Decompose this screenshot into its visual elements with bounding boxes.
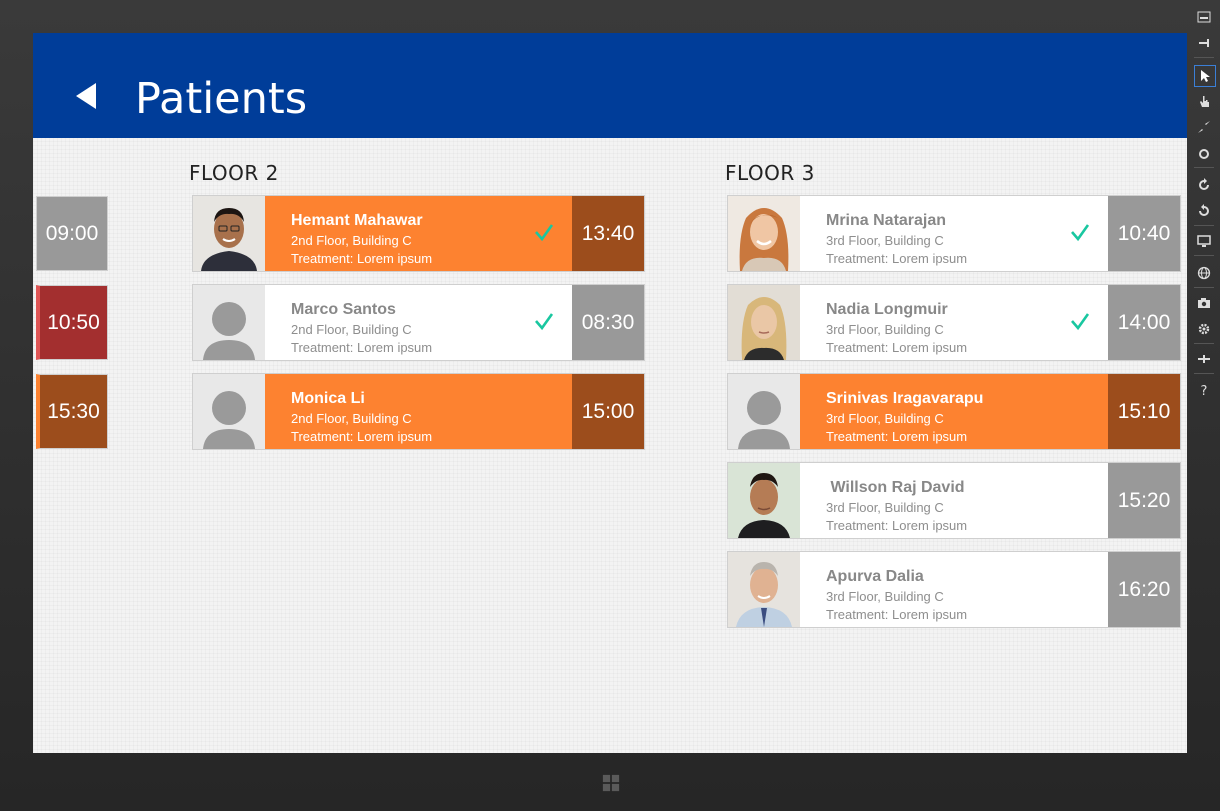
patient-location: 2nd Floor, Building C: [291, 233, 412, 248]
checkmark-icon: [1071, 224, 1090, 242]
patient-photo: [193, 196, 265, 271]
patient-card[interactable]: Hemant Mahawar 2nd Floor, Building C Tre…: [192, 195, 645, 272]
appointment-time: 08:30: [572, 285, 644, 360]
patient-treatment: Treatment: Lorem ipsum: [826, 429, 968, 444]
patient-treatment: Treatment: Lorem ipsum: [291, 340, 433, 355]
rotate-counterclockwise-icon[interactable]: [1194, 201, 1214, 221]
time-slot[interactable]: 15:30: [36, 374, 108, 449]
patient-location: 3rd Floor, Building C: [826, 322, 944, 337]
help-icon[interactable]: ?: [1194, 381, 1214, 401]
simulator-toolbar: ?: [1190, 5, 1218, 405]
pin-icon[interactable]: [1194, 33, 1214, 53]
appointment-time: 14:00: [1108, 285, 1180, 360]
change-resolution-icon[interactable]: [1194, 231, 1214, 251]
patient-card[interactable]: Srinivas Iragavarapu 3rd Floor, Building…: [727, 373, 1181, 450]
patient-photo: [728, 463, 800, 538]
patient-location: 3rd Floor, Building C: [826, 589, 944, 604]
patient-card[interactable]: Monica Li 2nd Floor, Building C Treatmen…: [192, 373, 645, 450]
patient-info: Mrina Natarajan 3rd Floor, Building C Tr…: [800, 196, 1108, 271]
patient-card[interactable]: Mrina Natarajan 3rd Floor, Building C Tr…: [727, 195, 1181, 272]
minimize-icon[interactable]: [1194, 7, 1214, 27]
header-bar: Patients: [33, 33, 1187, 138]
app-screen: Patients FLOOR 2 FLOOR 3 09:00 10:50 15:…: [33, 33, 1187, 753]
patient-card[interactable]: Marco Santos 2nd Floor, Building C Treat…: [192, 284, 645, 361]
patient-treatment: Treatment: Lorem ipsum: [826, 251, 968, 266]
patient-treatment: Treatment: Lorem ipsum: [826, 518, 968, 533]
pointer-mode-icon[interactable]: [1194, 65, 1216, 87]
avatar-placeholder-icon: [193, 374, 265, 449]
touch-mode-icon[interactable]: [1194, 91, 1214, 111]
appointment-time: 16:20: [1108, 552, 1180, 627]
patient-name: Monica Li: [291, 390, 365, 407]
patient-name: Mrina Natarajan: [826, 212, 947, 229]
rotate-clockwise-icon[interactable]: [1194, 175, 1214, 195]
floor-3-heading: FLOOR 3: [725, 161, 815, 185]
patient-name: Srinivas Iragavarapu: [826, 390, 984, 407]
patient-photo: [728, 196, 800, 271]
patient-name: Willson Raj David: [826, 479, 965, 496]
rotation-touch-icon[interactable]: [1194, 143, 1214, 163]
avatar-placeholder-icon: [728, 374, 800, 449]
back-button[interactable]: [73, 81, 99, 111]
location-globe-icon[interactable]: [1194, 263, 1214, 283]
patient-treatment: Treatment: Lorem ipsum: [291, 429, 433, 444]
avatar-placeholder-icon: [193, 285, 265, 360]
network-icon[interactable]: [1194, 349, 1214, 369]
checkmark-icon: [535, 224, 554, 242]
screenshot-camera-icon[interactable]: [1194, 293, 1214, 313]
time-slot[interactable]: 09:00: [36, 196, 108, 271]
patient-info: Nadia Longmuir 3rd Floor, Building C Tre…: [800, 285, 1108, 360]
patient-card[interactable]: Apurva Dalia 3rd Floor, Building C Treat…: [727, 551, 1181, 628]
patient-treatment: Treatment: Lorem ipsum: [291, 251, 433, 266]
patient-location: 3rd Floor, Building C: [826, 411, 944, 426]
pinch-zoom-icon[interactable]: [1194, 117, 1214, 137]
patient-info: Apurva Dalia 3rd Floor, Building C Treat…: [800, 552, 1108, 627]
patient-photo: [728, 285, 800, 360]
patient-card[interactable]: Willson Raj David 3rd Floor, Building C …: [727, 462, 1181, 539]
patient-location: 2nd Floor, Building C: [291, 322, 412, 337]
patient-location: 3rd Floor, Building C: [826, 233, 944, 248]
patient-info: Willson Raj David 3rd Floor, Building C …: [800, 463, 1108, 538]
patient-photo: [728, 552, 800, 627]
patient-name: Apurva Dalia: [826, 568, 924, 585]
patient-treatment: Treatment: Lorem ipsum: [826, 340, 968, 355]
appointment-time: 10:40: [1108, 196, 1180, 271]
patient-location: 2nd Floor, Building C: [291, 411, 412, 426]
settings-gear-icon[interactable]: [1194, 319, 1214, 339]
time-slot[interactable]: 10:50: [36, 285, 108, 360]
appointment-time: 15:00: [572, 374, 644, 449]
patient-name: Marco Santos: [291, 301, 396, 318]
patient-info: Srinivas Iragavarapu 3rd Floor, Building…: [800, 374, 1108, 449]
appointment-time: 15:10: [1108, 374, 1180, 449]
patient-treatment: Treatment: Lorem ipsum: [826, 607, 968, 622]
page-title: Patients: [135, 74, 308, 124]
back-arrow-icon: [76, 83, 96, 109]
patient-location: 3rd Floor, Building C: [826, 500, 944, 515]
patient-name: Hemant Mahawar: [291, 212, 423, 229]
floor-2-heading: FLOOR 2: [189, 161, 279, 185]
patient-name: Nadia Longmuir: [826, 301, 948, 318]
checkmark-icon: [1071, 313, 1090, 331]
appointment-time: 13:40: [572, 196, 644, 271]
windows-logo-icon[interactable]: [598, 770, 624, 796]
appointment-time: 15:20: [1108, 463, 1180, 538]
checkmark-icon: [535, 313, 554, 331]
patient-info: Monica Li 2nd Floor, Building C Treatmen…: [265, 374, 572, 449]
patient-info: Hemant Mahawar 2nd Floor, Building C Tre…: [265, 196, 572, 271]
patient-info: Marco Santos 2nd Floor, Building C Treat…: [265, 285, 572, 360]
patient-card[interactable]: Nadia Longmuir 3rd Floor, Building C Tre…: [727, 284, 1181, 361]
